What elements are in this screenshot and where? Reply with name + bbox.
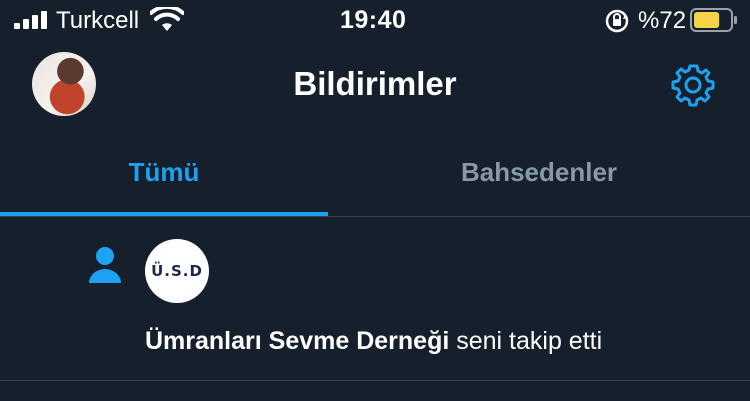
clock: 19:40 (340, 6, 407, 34)
wifi-icon (150, 7, 184, 31)
notification-item[interactable]: Ü.S.D Ümranları Sevme Derneği seni takip… (0, 217, 750, 380)
tab-all[interactable]: Tümü (0, 128, 328, 216)
tab-mentions[interactable]: Bahsedenler (375, 128, 703, 216)
header: Bildirimler (0, 40, 750, 128)
settings-gear-icon[interactable] (670, 62, 716, 108)
notification-action: seni takip etti (449, 327, 603, 355)
page-title: Bildirimler (293, 65, 457, 102)
status-bar: Turkcell 19:40 %72 (0, 0, 750, 40)
carrier-name: Turkcell (56, 7, 140, 34)
battery-icon (690, 8, 737, 32)
notification-text: Ümranları Sevme Derneği seni takip etti (145, 325, 602, 357)
person-follow-icon (89, 247, 121, 283)
signal-strength-icon (14, 11, 47, 29)
avatar-logo-text: Ü.S.D (151, 262, 203, 280)
actor-name[interactable]: Ümranları Sevme Derneği (145, 327, 449, 355)
tab-bar: Tümü Bahsedenler (0, 128, 750, 216)
rotation-lock-icon (605, 9, 629, 33)
battery-percentage: %72 (638, 7, 687, 34)
divider (0, 380, 750, 381)
actor-avatar[interactable]: Ü.S.D (145, 239, 209, 303)
